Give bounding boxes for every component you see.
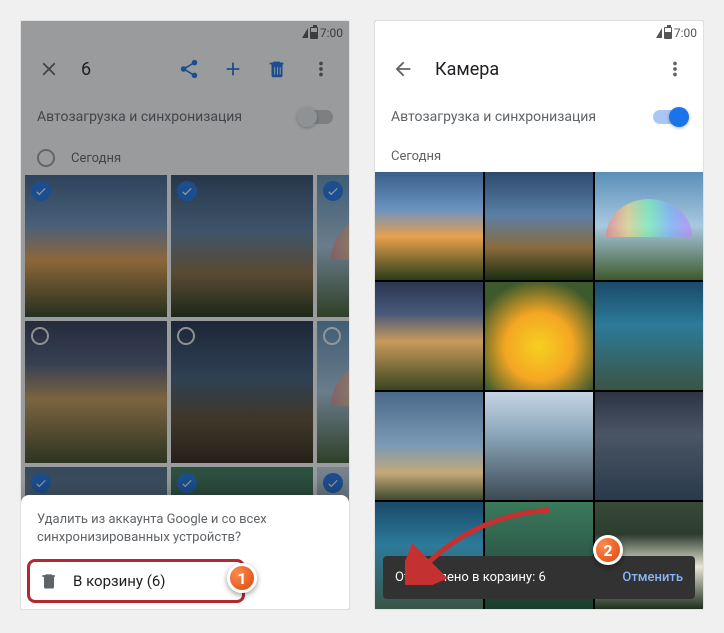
sync-label: Автозагрузка и синхронизация: [391, 109, 596, 125]
annotation-badge: 1: [227, 563, 257, 593]
move-to-trash-button[interactable]: В корзину (6): [37, 565, 333, 597]
phone-screen-left: 7:00 6 Автозагрузка и синхронизация Сего…: [20, 20, 350, 610]
sync-toggle[interactable]: [653, 110, 687, 124]
status-bar: 7:00: [375, 21, 703, 45]
trash-icon: [39, 571, 59, 591]
sheet-action-label: В корзину (6): [73, 572, 166, 590]
sheet-message: Удалить из аккаунта Google и со всех син…: [37, 511, 333, 547]
section-header: Сегодня: [375, 141, 703, 172]
signal-icon: [656, 28, 662, 38]
photo-thumb[interactable]: [485, 282, 593, 390]
page-title: Камера: [435, 59, 499, 80]
photo-thumb[interactable]: [595, 172, 703, 280]
back-button[interactable]: [383, 49, 423, 89]
status-time: 7:00: [674, 26, 697, 40]
photo-thumb[interactable]: [595, 392, 703, 500]
delete-bottom-sheet: Удалить из аккаунта Google и со всех син…: [21, 495, 349, 609]
photo-thumb[interactable]: [375, 392, 483, 500]
photo-thumb[interactable]: [375, 172, 483, 280]
battery-icon: [664, 27, 672, 39]
photo-thumb[interactable]: [485, 172, 593, 280]
phone-screen-right: 7:00 Камера Автозагрузка и синхронизация…: [374, 20, 704, 610]
photo-grid: [375, 172, 703, 609]
sync-row: Автозагрузка и синхронизация: [375, 93, 703, 141]
overflow-button[interactable]: [655, 49, 695, 89]
photo-thumb[interactable]: [375, 282, 483, 390]
snackbar: Отправлено в корзину: 6 Отменить: [383, 556, 695, 599]
arrow-back-icon: [392, 58, 414, 80]
annotation-badge: 2: [593, 535, 623, 565]
photo-thumb[interactable]: [485, 392, 593, 500]
more-vert-icon: [664, 58, 686, 80]
undo-button[interactable]: Отменить: [622, 570, 683, 585]
photo-thumb[interactable]: [595, 282, 703, 390]
section-label: Сегодня: [391, 149, 441, 164]
snackbar-message: Отправлено в корзину: 6: [395, 570, 546, 585]
app-bar: Камера: [375, 45, 703, 93]
